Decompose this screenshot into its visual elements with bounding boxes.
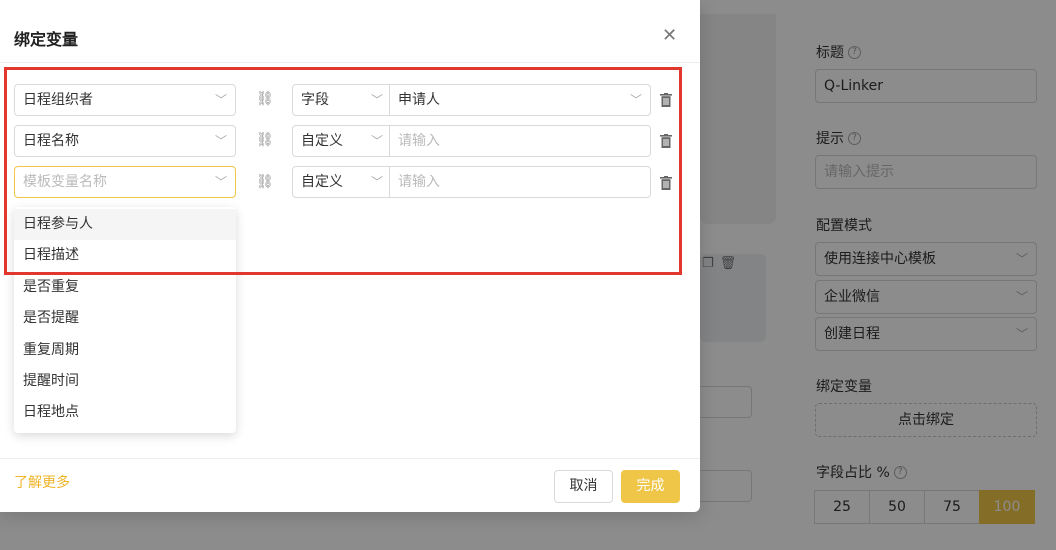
cancel-button[interactable]: 取消 — [554, 470, 613, 503]
dropdown-option[interactable]: 重复周期 — [14, 335, 236, 366]
learn-more-link[interactable]: 了解更多 — [14, 472, 70, 492]
divider — [0, 62, 700, 63]
highlight-frame — [4, 67, 682, 275]
done-button[interactable]: 完成 — [621, 470, 680, 503]
modal-title: 绑定变量 — [14, 30, 79, 49]
dropdown-option[interactable]: 日程地点 — [14, 397, 236, 428]
dropdown-option[interactable]: 是否重复 — [14, 272, 236, 303]
dropdown-option[interactable]: 提醒时间 — [14, 366, 236, 397]
divider — [0, 458, 700, 459]
bind-variable-modal: 绑定变量 ✕ 日程组织者 ﹀ ⛓ 字段 ﹀ 申请人 ﹀ 日程名称 ﹀ ⛓ 自定义… — [0, 0, 700, 512]
dropdown-option[interactable]: 是否提醒 — [14, 303, 236, 334]
close-icon[interactable]: ✕ — [662, 26, 677, 46]
